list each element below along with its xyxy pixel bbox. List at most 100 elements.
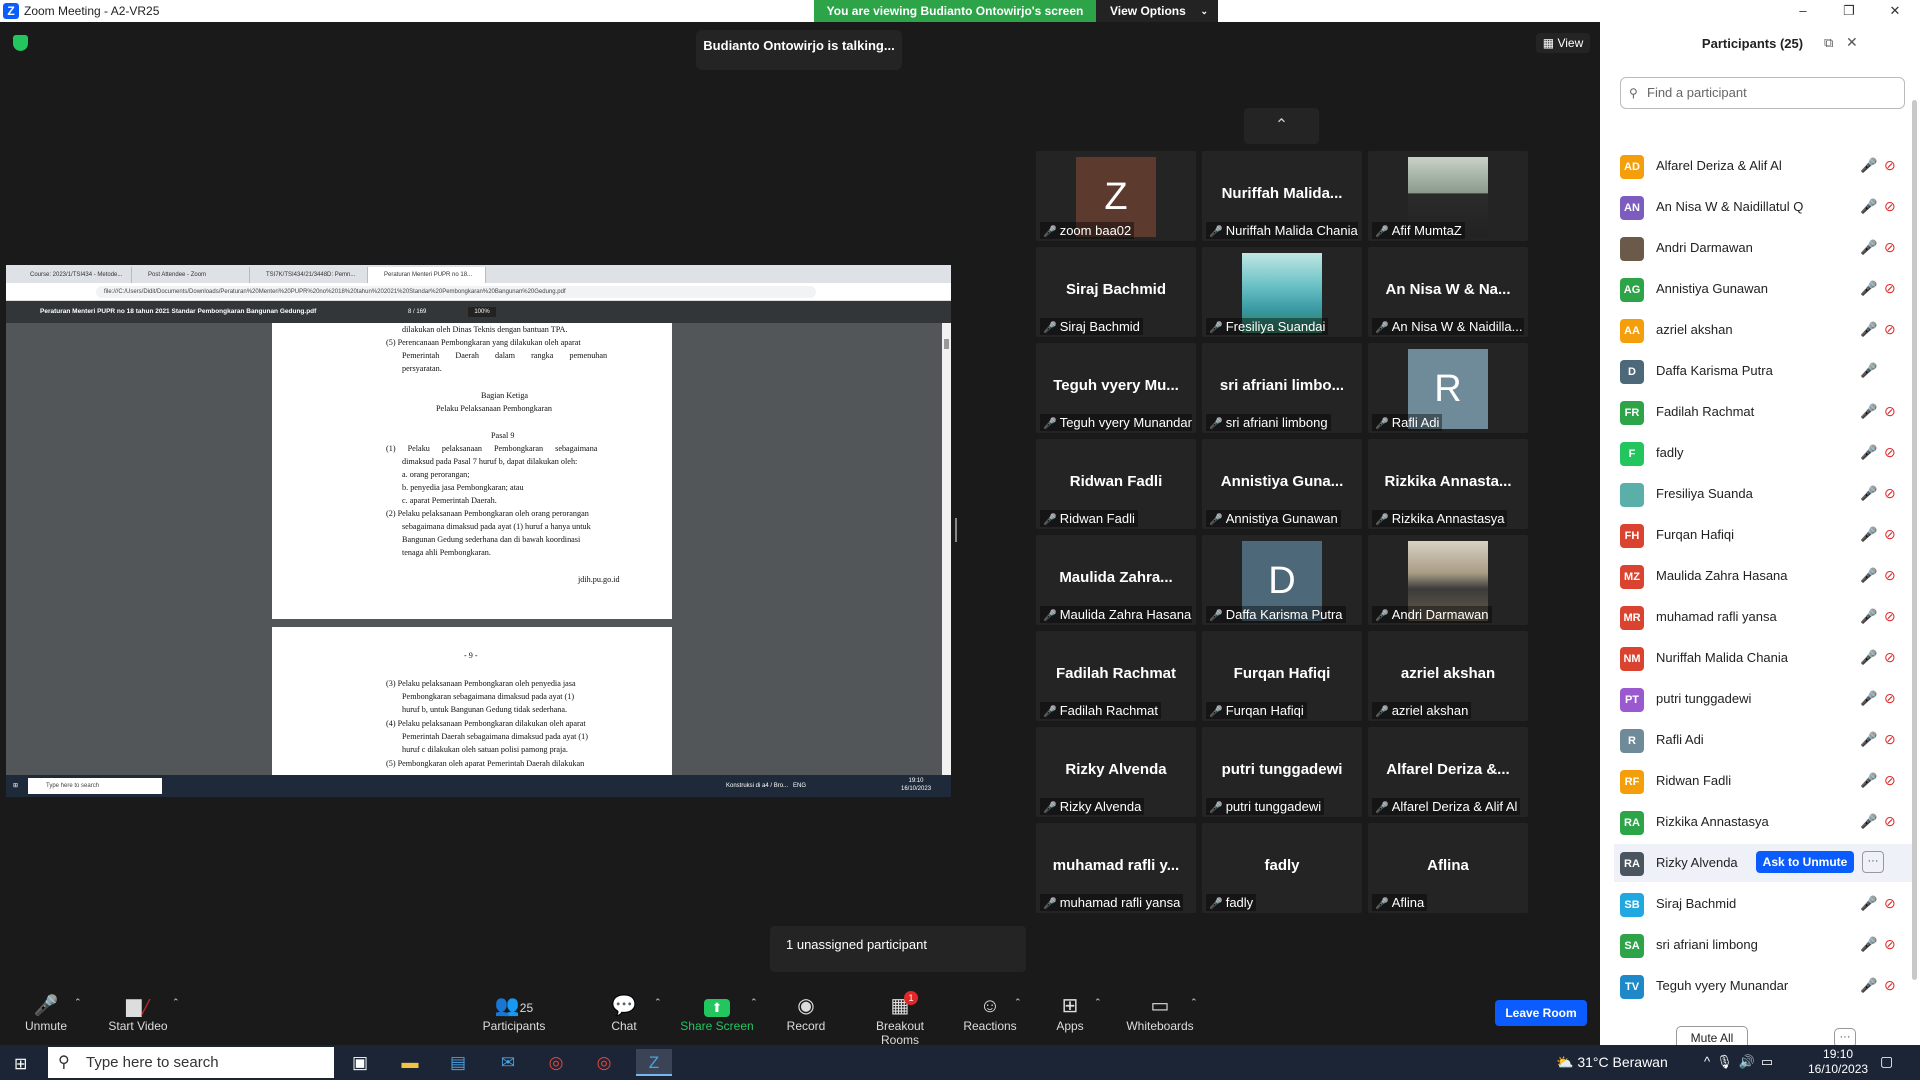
system-tray[interactable]: ^🎙🔊▭ (1704, 1054, 1779, 1070)
participant-avatar: AN (1620, 196, 1644, 220)
video-off-icon: ⊘ (1884, 567, 1896, 583)
participant-row[interactable]: RA Rizkika Annastasya 🎤 ⊘ (1614, 803, 1914, 841)
participant-row[interactable]: MZ Maulida Zahra Hasana 🎤 ⊘ (1614, 557, 1914, 595)
video-tile[interactable]: R 🎤 Rafli Adi (1368, 343, 1528, 433)
video-tile[interactable]: Rizkika Annasta... 🎤 Rizkika Annastasya (1368, 439, 1528, 529)
find-participant-input[interactable]: ⚲ Find a participant (1620, 77, 1905, 109)
close-panel-icon[interactable]: ✕ (1846, 34, 1858, 51)
participant-row[interactable]: Fresiliya Suanda 🎤 ⊘ (1614, 475, 1914, 513)
task-view-icon[interactable]: ▣ (342, 1049, 378, 1076)
ask-to-unmute-button[interactable]: Ask to Unmute (1756, 851, 1854, 873)
participants-button[interactable]: 👥25 Participants (474, 993, 554, 1033)
chat-button[interactable]: 💬 Chat (584, 993, 664, 1033)
participant-row[interactable]: SB Siraj Bachmid 🎤 ⊘ (1614, 885, 1914, 923)
close-window-button[interactable]: ✕ (1872, 1, 1918, 21)
view-options-button[interactable]: View Options ⌄ (1096, 0, 1218, 22)
popout-icon[interactable]: ⧉ (1824, 35, 1833, 51)
view-button[interactable]: ▦ View (1536, 33, 1590, 53)
participant-row[interactable]: SA sri afriani limbong 🎤 ⊘ (1614, 926, 1914, 964)
taskbar-search-box[interactable]: ⚲ Type here to search (48, 1047, 334, 1078)
share-screen-button[interactable]: ⬆ Share Screen (677, 993, 757, 1033)
participant-row[interactable]: AN An Nisa W & Naidillatul Q 🎤 ⊘ (1614, 188, 1914, 226)
chrome-icon[interactable]: ◎ (538, 1049, 574, 1076)
video-tile[interactable]: Fadilah Rachmat 🎤 Fadilah Rachmat (1036, 631, 1196, 721)
video-tile[interactable]: Annistiya Guna... 🎤 Annistiya Gunawan (1202, 439, 1362, 529)
participant-row[interactable]: RA Rizky Alvenda Ask to Unmute ··· (1614, 844, 1914, 882)
participant-row[interactable]: RF Ridwan Fadli 🎤 ⊘ (1614, 762, 1914, 800)
participant-row[interactable]: AD Alfarel Deriza & Alif Al 🎤 ⊘ (1614, 147, 1914, 185)
video-off-icon: ⊘ (1884, 157, 1896, 173)
weather-icon: ⛅ (1556, 1054, 1578, 1070)
video-tile[interactable]: Teguh vyery Mu... 🎤 Teguh vyery Munandar (1036, 343, 1196, 433)
start-windows-icon[interactable]: ⊞ (14, 1054, 27, 1074)
participant-row[interactable]: Ffadly 🎤 ⊘ (1614, 434, 1914, 472)
gallery-scroll-up-button[interactable]: ⌃ (1244, 108, 1319, 144)
zoom-taskbar-icon[interactable]: Z (636, 1049, 672, 1076)
participant-row[interactable]: PT putri tunggadewi 🎤 ⊘ (1614, 680, 1914, 718)
participant-row[interactable]: Andri Darmawan 🎤 ⊘ (1614, 229, 1914, 267)
start-video-button[interactable]: ▆╱ Start Video (98, 993, 178, 1033)
video-tile[interactable]: muhamad rafli y... 🎤 muhamad rafli yansa (1036, 823, 1196, 913)
participant-row[interactable]: R Rafli Adi 🎤 ⊘ (1614, 721, 1914, 759)
video-tile[interactable]: Rizky Alvenda 🎤 Rizky Alvenda (1036, 727, 1196, 817)
file-explorer-icon[interactable]: ▬ (392, 1049, 428, 1076)
tile-display-name: Rizky Alvenda (1065, 761, 1167, 778)
participant-avatar: F (1620, 442, 1644, 466)
chat-options-caret[interactable]: ⌃ (654, 997, 662, 1008)
taskbar-clock[interactable]: 19:10 16/10/2023 (1808, 1047, 1868, 1077)
record-button[interactable]: ◉ Record (766, 993, 846, 1033)
tile-name: sri afriani limbong (1225, 415, 1328, 430)
participant-row[interactable]: D Daffa Karisma Putra 🎤 (1614, 352, 1914, 390)
video-tile[interactable]: D 🎤 Daffa Karisma Putra (1202, 535, 1362, 625)
video-tile[interactable]: Ridwan Fadli 🎤 Ridwan Fadli (1036, 439, 1196, 529)
panel-scrollbar[interactable] (1912, 100, 1917, 980)
whiteboards-options-caret[interactable]: ⌃ (1190, 997, 1198, 1008)
weather-widget[interactable]: ⛅ 31°C Berawan (1556, 1054, 1668, 1071)
video-tile[interactable]: Furqan Hafiqi 🎤 Furqan Hafiqi (1202, 631, 1362, 721)
breakout-rooms-button[interactable]: ▦ 1 Breakout Rooms (858, 991, 942, 1047)
participant-row[interactable]: AG Annistiya Gunawan 🎤 ⊘ (1614, 270, 1914, 308)
video-tile[interactable]: Z 🎤 zoom baa02 (1036, 151, 1196, 241)
volume-icon: 🔊 (1738, 1054, 1761, 1069)
video-tile[interactable]: fadly 🎤 fadly (1202, 823, 1362, 913)
maximize-button[interactable]: ❐ (1826, 1, 1872, 21)
video-options-caret[interactable]: ⌃ (172, 997, 180, 1008)
tile-name-label: 🎤 Alfarel Deriza & Alif Al (1372, 798, 1521, 815)
pdf-line: (5) Perencanaan Pembongkaran yang dilaku… (386, 338, 581, 347)
reactions-options-caret[interactable]: ⌃ (1014, 997, 1022, 1008)
participant-row[interactable]: FH Furqan Hafiqi 🎤 ⊘ (1614, 516, 1914, 554)
video-tile[interactable]: An Nisa W & Na... 🎤 An Nisa W & Naidilla..… (1368, 247, 1528, 337)
video-tile[interactable]: sri afriani limbo... 🎤 sri afriani limbong (1202, 343, 1362, 433)
chrome-profile-icon[interactable]: ◎ (586, 1049, 622, 1076)
split-drag-handle[interactable] (955, 518, 957, 542)
participant-row[interactable]: FR Fadilah Rachmat 🎤 ⊘ (1614, 393, 1914, 431)
video-tile[interactable]: putri tunggadewi 🎤 putri tunggadewi (1202, 727, 1362, 817)
audio-options-caret[interactable]: ⌃ (74, 997, 82, 1008)
video-tile[interactable]: Siraj Bachmid 🎤 Siraj Bachmid (1036, 247, 1196, 337)
video-tile[interactable]: Aflina 🎤 Aflina (1368, 823, 1528, 913)
participant-row[interactable]: MR muhamad rafli yansa 🎤 ⊘ (1614, 598, 1914, 636)
apps-options-caret[interactable]: ⌃ (1094, 997, 1102, 1008)
participant-row[interactable]: TV Teguh vyery Munandar 🎤 ⊘ (1614, 967, 1914, 1005)
leave-room-button[interactable]: Leave Room (1495, 1000, 1587, 1026)
video-tile[interactable]: Nuriffah Malida... 🎤 Nuriffah Malida Chani… (1202, 151, 1362, 241)
video-tile[interactable]: 🎤 Andri Darmawan (1368, 535, 1528, 625)
mail-icon[interactable]: ✉ (490, 1049, 526, 1076)
mic-muted-icon: 🎤 (1860, 936, 1878, 952)
participant-name: Furqan Hafiqi (1656, 527, 1735, 542)
store-icon[interactable]: ▤ (440, 1049, 476, 1076)
participant-row[interactable]: NM Nuriffah Malida Chania 🎤 ⊘ (1614, 639, 1914, 677)
participant-more-button[interactable]: ··· (1862, 851, 1884, 873)
video-tile[interactable]: 🎤 Afif MumtaZ (1368, 151, 1528, 241)
minimize-button[interactable]: – (1780, 1, 1826, 21)
encryption-shield-icon[interactable] (13, 35, 28, 51)
participant-row[interactable]: AA azriel akshan 🎤 ⊘ (1614, 311, 1914, 349)
participant-avatar: RA (1620, 811, 1644, 835)
share-options-caret[interactable]: ⌃ (750, 997, 758, 1008)
video-tile[interactable]: 🎤 Fresiliya Suandai (1202, 247, 1362, 337)
video-tile[interactable]: Maulida Zahra... 🎤 Maulida Zahra Hasana (1036, 535, 1196, 625)
video-tile[interactable]: Alfarel Deriza &... 🎤 Alfarel Deriza & Ali… (1368, 727, 1528, 817)
video-tile[interactable]: azriel akshan 🎤 azriel akshan (1368, 631, 1528, 721)
notifications-icon[interactable]: ▢ (1880, 1053, 1893, 1070)
tile-name-label: 🎤 putri tunggadewi (1206, 798, 1325, 815)
